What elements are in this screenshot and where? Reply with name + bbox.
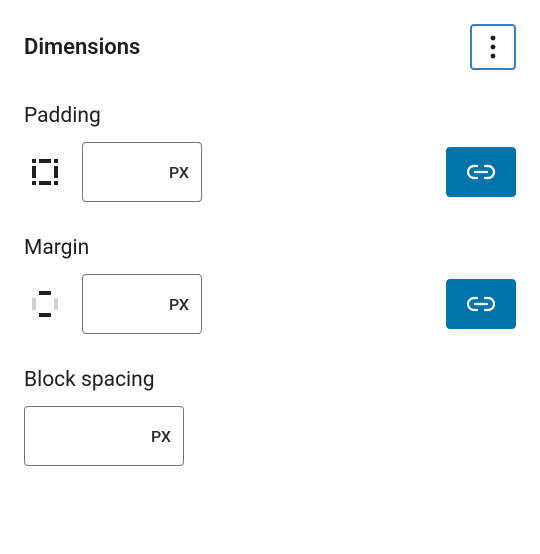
margin-unit-label[interactable]: PX (169, 295, 201, 314)
dimensions-panel-header: Dimensions (24, 24, 516, 70)
padding-input-wrapper: PX (82, 142, 202, 202)
padding-input[interactable] (83, 143, 169, 201)
block-spacing-section: Block spacing PX (24, 368, 516, 466)
block-spacing-label: Block spacing (24, 368, 516, 392)
more-vertical-icon (490, 35, 496, 59)
padding-unit-label[interactable]: PX (169, 163, 201, 182)
padding-link-sides-button[interactable] (446, 147, 516, 197)
margin-sides-icon (24, 283, 66, 325)
block-spacing-unit-label[interactable]: PX (151, 427, 183, 446)
margin-input-wrapper: PX (82, 274, 202, 334)
block-spacing-input-wrapper: PX (24, 406, 184, 466)
margin-label: Margin (24, 236, 516, 260)
panel-options-button[interactable] (470, 24, 516, 70)
margin-link-sides-button[interactable] (446, 279, 516, 329)
margin-input[interactable] (83, 275, 169, 333)
padding-label: Padding (24, 104, 516, 128)
margin-section: Margin PX (24, 236, 516, 334)
link-icon (466, 294, 496, 314)
block-spacing-input[interactable] (25, 407, 151, 465)
padding-section: Padding PX (24, 104, 516, 202)
padding-sides-icon (24, 151, 66, 193)
link-icon (466, 162, 496, 182)
panel-title: Dimensions (24, 35, 140, 60)
